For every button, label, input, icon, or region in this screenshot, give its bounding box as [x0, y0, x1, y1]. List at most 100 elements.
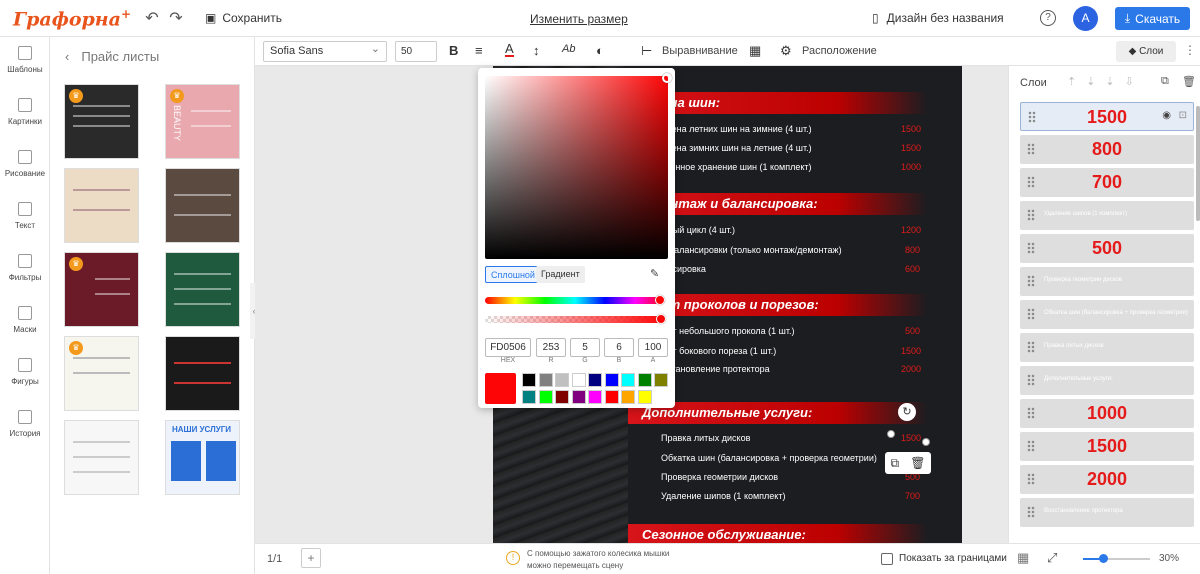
color-swatch[interactable]: [637, 390, 652, 404]
service-price[interactable]: 2000: [901, 364, 921, 374]
nav-templates[interactable]: Шаблоны: [0, 46, 50, 74]
layer-item[interactable]: 1500: [1020, 432, 1194, 461]
service-name[interactable]: Замена летних шин на зимние (4 шт.): [655, 124, 812, 134]
add-page-button[interactable]: +: [301, 548, 321, 568]
template-thumb[interactable]: [64, 168, 139, 243]
color-swatch[interactable]: [571, 390, 586, 404]
template-thumb[interactable]: ♛: [64, 252, 139, 327]
fit-screen-icon[interactable]: ⤢: [1047, 550, 1057, 566]
transparency-icon[interactable]: ▦: [749, 43, 761, 59]
resize-handle[interactable]: [887, 430, 895, 438]
drag-handle-icon[interactable]: [1027, 473, 1035, 485]
layer-item[interactable]: 500: [1020, 234, 1194, 263]
app-logo[interactable]: Графорна+: [13, 7, 131, 30]
color-swatch[interactable]: [555, 373, 569, 387]
alpha-knob[interactable]: [656, 314, 666, 324]
nav-filters[interactable]: Фильтры: [0, 254, 50, 282]
service-name[interactable]: Замена зимних шин на летние (4 шт.): [655, 143, 812, 153]
template-thumb[interactable]: [165, 336, 240, 411]
service-name[interactable]: Проверка геометрии дисков: [661, 472, 778, 482]
color-swatch[interactable]: [538, 373, 553, 387]
delete-icon[interactable]: 🗑: [910, 456, 925, 470]
color-swatch[interactable]: [621, 390, 635, 404]
color-swatch[interactable]: [571, 373, 586, 387]
service-price[interactable]: 1000: [901, 162, 921, 172]
template-thumb[interactable]: ♛: [64, 336, 139, 411]
color-swatch[interactable]: [522, 390, 536, 404]
service-price[interactable]: 1500: [901, 143, 921, 153]
service-name[interactable]: Сезонное хранение шин (1 комплект): [655, 162, 812, 172]
section-title[interactable]: Сезонное обслуживание:: [628, 524, 928, 543]
b-input[interactable]: 6: [604, 338, 634, 357]
drag-handle-icon[interactable]: [1027, 341, 1035, 353]
document-name[interactable]: ▯ Дизайн без названия: [872, 11, 1004, 25]
save-button[interactable]: ▣ Сохранить: [205, 11, 282, 25]
service-price[interactable]: 700: [905, 491, 920, 501]
alpha-slider[interactable]: [485, 314, 666, 324]
service-price[interactable]: 800: [905, 245, 920, 255]
download-button[interactable]: ⤓ Скачать: [1115, 7, 1190, 30]
show-bounds-label[interactable]: Показать за границами: [899, 553, 1007, 564]
nav-images[interactable]: Картинки: [0, 98, 50, 126]
font-size-input[interactable]: 50: [395, 41, 437, 62]
zoom-slider[interactable]: [1083, 554, 1150, 563]
color-swatch[interactable]: [588, 373, 602, 387]
rotate-icon[interactable]: ↻: [898, 403, 916, 421]
layer-item[interactable]: 800: [1020, 135, 1194, 164]
copy-layer-icon[interactable]: ⧉: [1161, 75, 1169, 88]
service-price[interactable]: 500: [905, 326, 920, 336]
color-swatch[interactable]: [637, 373, 652, 387]
hue-knob[interactable]: [655, 295, 666, 305]
layer-item[interactable]: Удаление шипов (1 комплект): [1020, 201, 1194, 230]
layer-item[interactable]: Дополнительные услуги:: [1020, 366, 1194, 395]
color-swatch[interactable]: [538, 390, 553, 404]
hue-slider[interactable]: [485, 295, 666, 305]
text-color-icon[interactable]: A: [505, 42, 514, 57]
layer-item[interactable]: 1500 ◉ ⊡: [1020, 102, 1194, 131]
color-swatch[interactable]: [604, 390, 619, 404]
template-thumb[interactable]: [165, 168, 240, 243]
show-bounds-checkbox[interactable]: [881, 553, 893, 565]
eyedropper-icon[interactable]: ✎: [650, 267, 659, 280]
g-input[interactable]: 5: [570, 338, 600, 357]
more-icon[interactable]: ⋮: [1184, 43, 1196, 57]
delete-layer-icon[interactable]: 🗑: [1182, 75, 1196, 88]
service-price[interactable]: 1500: [901, 433, 921, 443]
template-thumb[interactable]: [165, 252, 240, 327]
layer-item[interactable]: Правка литых дисков: [1020, 333, 1194, 362]
text-effects-icon[interactable]: Ab: [562, 43, 575, 55]
template-thumb[interactable]: ♛: [64, 84, 139, 159]
resize-button[interactable]: Изменить размер: [530, 12, 628, 26]
resize-handle[interactable]: [922, 438, 930, 446]
template-thumb[interactable]: НАШИ УСЛУГИ: [165, 420, 240, 495]
service-name[interactable]: Обкатка шин (балансировка + проверка гео…: [661, 453, 877, 463]
saturation-value-area[interactable]: [485, 73, 672, 259]
saturation-knob[interactable]: [662, 73, 672, 83]
undo-icon[interactable]: ↶: [142, 9, 162, 29]
service-name[interactable]: Удаление шипов (1 комплект): [661, 491, 785, 501]
nav-shapes[interactable]: Фигуры: [0, 358, 50, 386]
layer-item[interactable]: 700: [1020, 168, 1194, 197]
template-thumb[interactable]: ♛ BEAUTY: [165, 84, 240, 159]
tab-solid[interactable]: Сплошной: [485, 266, 541, 283]
help-icon[interactable]: ?: [1040, 10, 1056, 26]
a-input[interactable]: 100: [638, 338, 668, 357]
grid-icon[interactable]: ▦: [1017, 550, 1029, 566]
back-icon[interactable]: ‹: [65, 49, 69, 64]
drag-handle-icon[interactable]: [1027, 176, 1035, 188]
bold-button[interactable]: B: [449, 43, 458, 58]
drag-handle-icon[interactable]: [1027, 209, 1035, 221]
layer-item[interactable]: Проверка геометрии дисков: [1020, 267, 1194, 296]
position-button[interactable]: Расположение: [802, 45, 877, 57]
lock-icon[interactable]: ⊡: [1179, 110, 1187, 121]
color-swatch[interactable]: [522, 373, 536, 387]
service-price[interactable]: 1500: [901, 124, 921, 134]
color-swatch[interactable]: [604, 373, 619, 387]
line-height-icon[interactable]: ↕: [533, 43, 540, 58]
drag-handle-icon[interactable]: [1027, 275, 1035, 287]
visibility-icon[interactable]: ◉: [1162, 110, 1171, 121]
drag-handle-icon[interactable]: [1027, 407, 1035, 419]
layers-scrollbar[interactable]: [1196, 106, 1200, 221]
align-text-icon[interactable]: ≡: [475, 43, 483, 58]
zoom-knob[interactable]: [1099, 554, 1109, 563]
